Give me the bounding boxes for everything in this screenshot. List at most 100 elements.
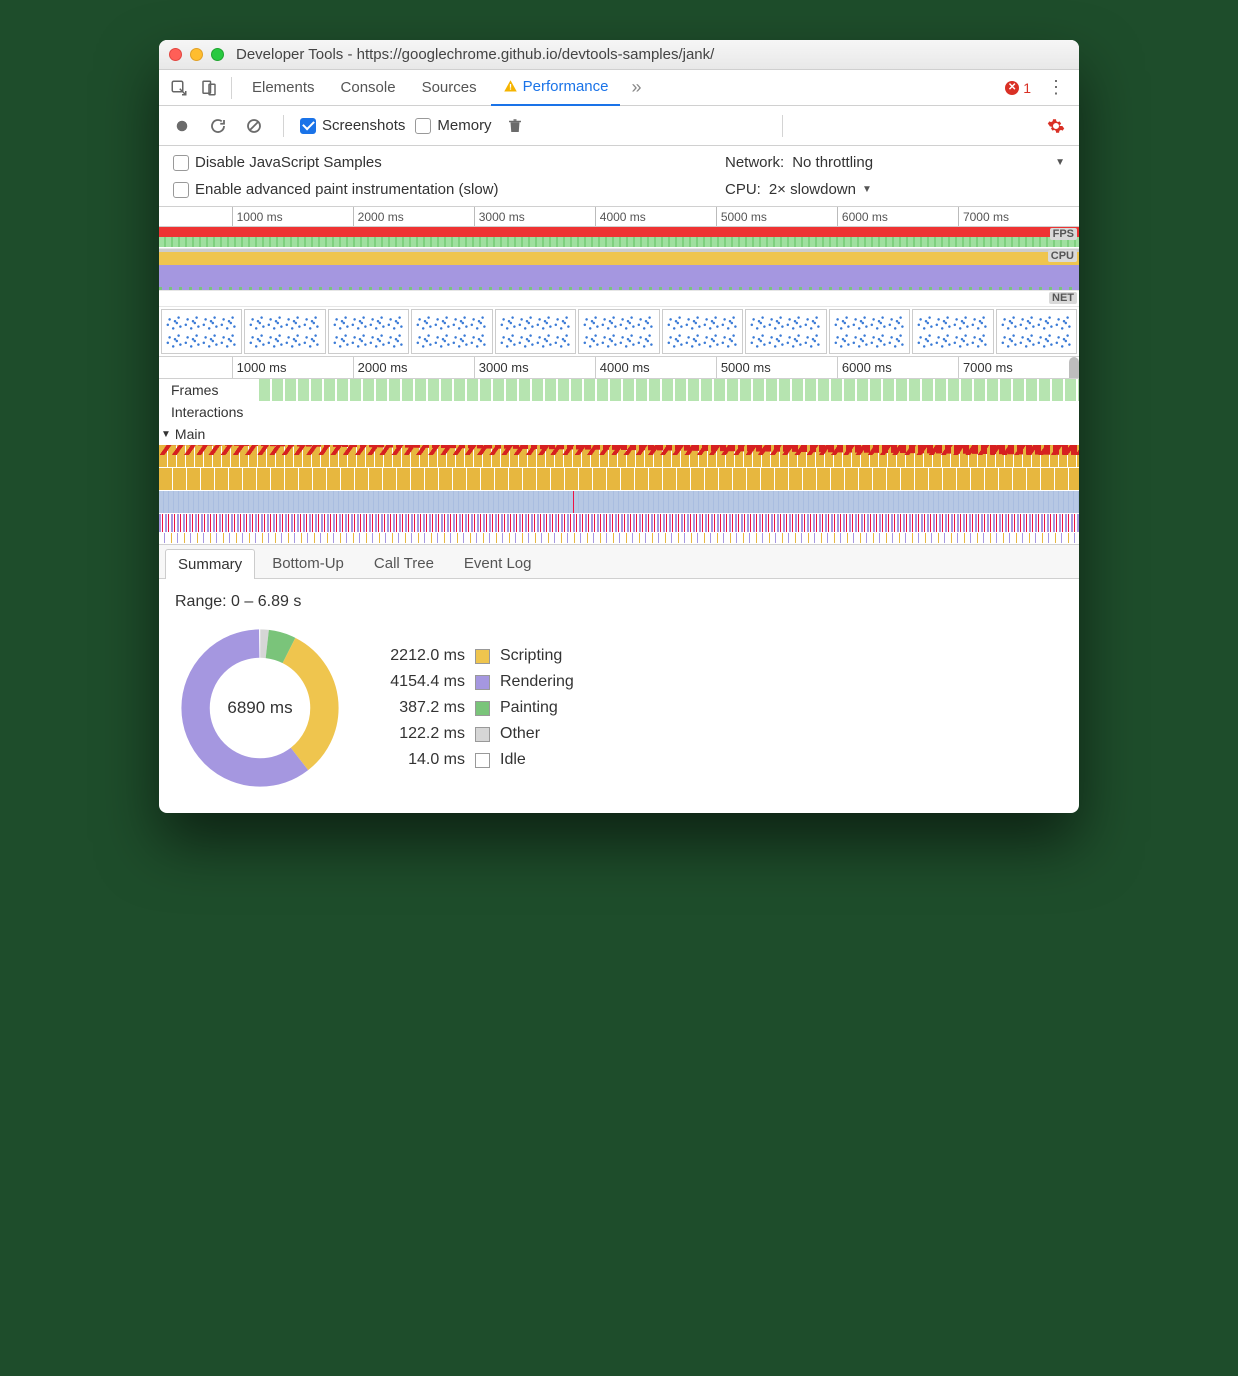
frames-track[interactable]: Frames [159,379,1079,401]
tab-elements[interactable]: Elements [240,70,327,106]
fps-bar [159,227,1079,237]
track-header: Frames [159,379,259,401]
tab-label: Bottom-Up [272,555,344,572]
interactions-track[interactable]: Interactions [159,401,1079,423]
ruler-tick: 3000 ms [474,357,529,378]
flame-row[interactable] [159,533,1079,543]
ruler-tick: 1000 ms [232,207,283,226]
flame-row[interactable] [159,491,1079,513]
summary-donut-chart: 6890 ms [175,623,345,793]
filmstrip-thumb[interactable] [578,309,659,354]
disable-js-samples-checkbox[interactable]: Disable JavaScript Samples [173,154,382,171]
filmstrip-thumb[interactable] [829,309,910,354]
ruler-tick: 3000 ms [474,207,525,226]
screenshots-checkbox[interactable]: Screenshots [300,117,405,134]
advanced-paint-checkbox[interactable]: Enable advanced paint instrumentation (s… [173,181,499,198]
filmstrip-thumb[interactable] [244,309,325,354]
legend-swatch [475,753,490,768]
legend-swatch [475,675,490,690]
flamechart-tracks: Frames Interactions ▼ Main [159,379,1079,545]
capture-settings: Disable JavaScript Samples Network: No t… [159,146,1079,207]
filmstrip-thumb[interactable] [996,309,1077,354]
window-title: Developer Tools - https://googlechrome.g… [232,46,1069,63]
ruler-tick: 7000 ms [958,357,1013,378]
checkbox-icon [300,118,316,134]
chevron-down-icon: ▼ [1055,157,1065,168]
tab-performance[interactable]: Performance [491,70,621,106]
error-count: 1 [1023,80,1031,96]
detail-ruler[interactable]: 1000 ms2000 ms3000 ms4000 ms5000 ms6000 … [159,357,1079,379]
tab-summary[interactable]: Summary [165,549,255,579]
trash-button[interactable] [502,113,528,139]
settings-gear-icon[interactable] [1043,113,1069,139]
devtools-window: Developer Tools - https://googlechrome.g… [159,40,1079,813]
ruler-tick: 5000 ms [716,207,767,226]
minimize-window-button[interactable] [190,48,203,61]
tab-event-log[interactable]: Event Log [451,548,545,578]
clear-button[interactable] [241,113,267,139]
performance-toolbar: Screenshots Memory [159,106,1079,146]
flame-row[interactable] [159,514,1079,532]
tab-bottom-up[interactable]: Bottom-Up [259,548,357,578]
track-label: Interactions [171,404,243,420]
track-header[interactable]: ▼ Main [159,423,259,445]
screenshot-filmstrip[interactable] [159,307,1079,357]
device-toggle-icon[interactable] [195,74,223,102]
flame-row[interactable] [159,468,1079,490]
main-track[interactable]: ▼ Main [159,423,1079,445]
tab-label: Console [341,79,396,96]
filmstrip-thumb[interactable] [328,309,409,354]
main-flamechart[interactable] [259,423,1079,445]
cpu-area [159,249,1079,290]
tab-sources[interactable]: Sources [410,70,489,106]
network-label: Network: [725,154,784,171]
ruler-tick: 4000 ms [595,357,650,378]
cpu-label: CPU: [725,181,761,198]
details-tabs: Summary Bottom-Up Call Tree Event Log [159,545,1079,579]
fps-lane[interactable]: FPS [159,227,1079,249]
checkbox-label: Screenshots [322,117,405,134]
legend-label: Other [500,725,574,743]
vertical-scrollbar[interactable] [1069,357,1079,379]
tab-label: Summary [178,556,242,573]
filmstrip-thumb[interactable] [745,309,826,354]
reload-button[interactable] [205,113,231,139]
network-throttle-dropdown[interactable]: No throttling ▼ [792,154,1065,171]
donut-total: 6890 ms [175,623,345,793]
filmstrip-thumb[interactable] [662,309,743,354]
filmstrip-thumb[interactable] [411,309,492,354]
more-tabs-icon[interactable]: » [622,74,650,102]
filmstrip-thumb[interactable] [912,309,993,354]
legend-value: 2212.0 ms [375,647,465,665]
checkbox-label: Memory [437,117,491,134]
error-badge[interactable]: ✕ 1 [999,80,1037,96]
cpu-throttle-dropdown[interactable]: 2× slowdown ▼ [769,181,872,198]
tab-console[interactable]: Console [329,70,408,106]
filmstrip-thumb[interactable] [495,309,576,354]
tab-label: Sources [422,79,477,96]
interactions-body [259,401,1079,423]
checkbox-icon [173,155,189,171]
lane-label: FPS [1050,228,1077,240]
cpu-lane[interactable]: CPU [159,249,1079,291]
filmstrip-thumb[interactable] [161,309,242,354]
legend-label: Idle [500,751,574,769]
chevron-down-icon: ▼ [862,184,872,195]
inspect-element-icon[interactable] [165,74,193,102]
ruler-tick: 7000 ms [958,207,1009,226]
panel-tabs: Elements Console Sources Performance » ✕… [159,70,1079,106]
kebab-menu-icon[interactable]: ⋮ [1039,77,1073,98]
tab-call-tree[interactable]: Call Tree [361,548,447,578]
overview-ruler[interactable]: 1000 ms2000 ms3000 ms4000 ms5000 ms6000 … [159,207,1079,227]
legend-value: 387.2 ms [375,699,465,717]
summary-legend: 2212.0 msScripting4154.4 msRendering387.… [375,647,574,769]
flame-row[interactable] [159,445,1079,467]
summary-panel: Range: 0 – 6.89 s 6890 ms 2212.0 msScrip… [159,579,1079,813]
legend-swatch [475,649,490,664]
record-button[interactable] [169,113,195,139]
zoom-window-button[interactable] [211,48,224,61]
close-window-button[interactable] [169,48,182,61]
legend-value: 14.0 ms [375,751,465,769]
net-lane[interactable]: NET [159,291,1079,307]
memory-checkbox[interactable]: Memory [415,117,491,134]
